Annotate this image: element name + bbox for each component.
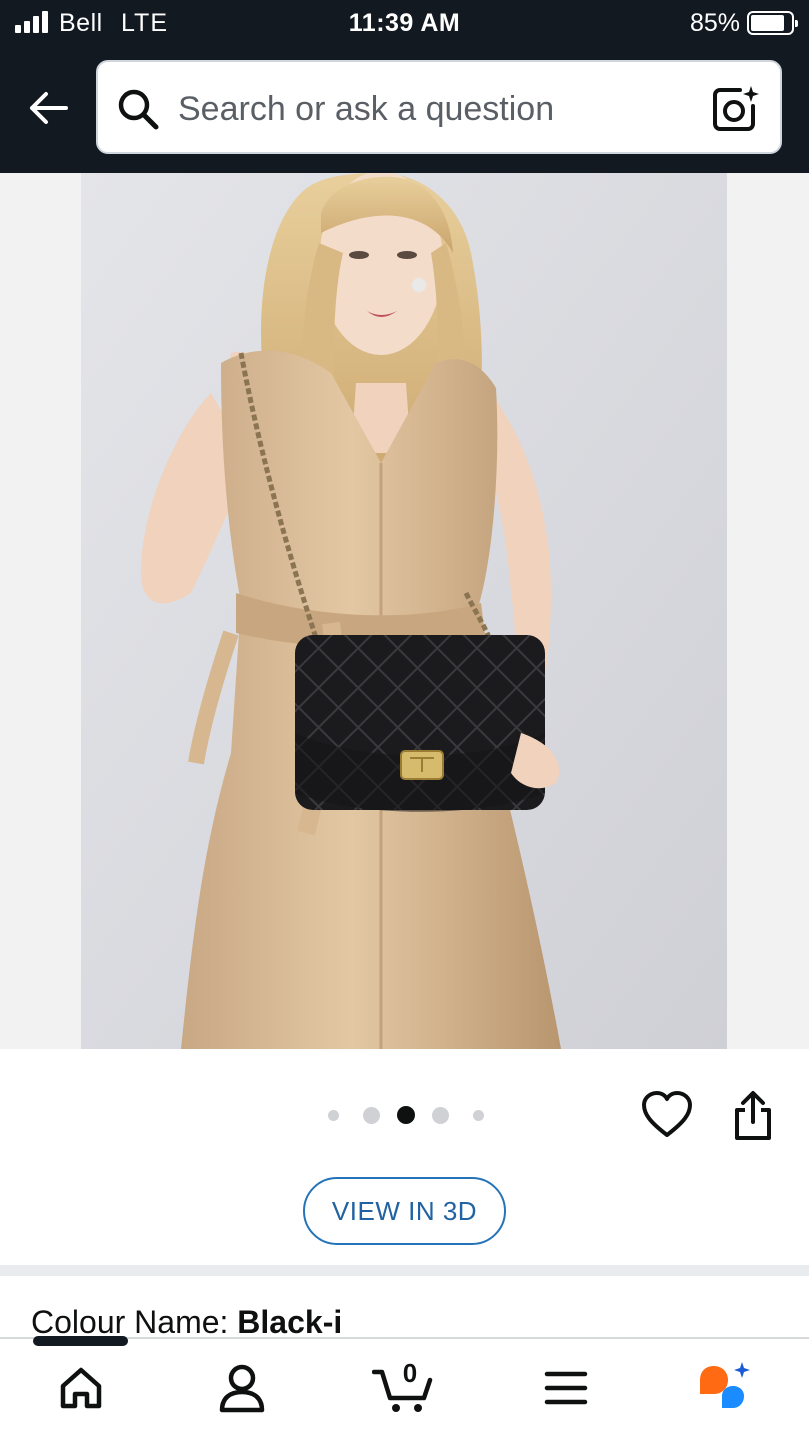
battery-icon <box>747 11 798 35</box>
gallery-dot[interactable] <box>363 1106 380 1124</box>
search-bar[interactable] <box>96 60 782 154</box>
colour-value: Black-i <box>237 1304 343 1340</box>
gallery-dots <box>328 1106 484 1124</box>
account-icon[interactable] <box>214 1360 270 1416</box>
gallery-dot-active[interactable] <box>397 1106 415 1124</box>
status-time: 11:39 AM <box>348 9 461 37</box>
active-tab-indicator <box>33 1336 128 1346</box>
gallery-dot[interactable] <box>473 1109 484 1121</box>
section-divider <box>0 1265 809 1276</box>
menu-icon[interactable] <box>538 1360 594 1416</box>
product-photo <box>81 173 727 1049</box>
product-image-gallery[interactable] <box>0 173 809 1049</box>
home-icon[interactable] <box>53 1360 109 1416</box>
battery-percent: 85% <box>689 9 740 37</box>
back-arrow-icon[interactable] <box>24 84 72 132</box>
rufus-assistant-icon[interactable] <box>696 1360 752 1416</box>
product-illustration <box>81 173 727 1049</box>
gallery-dot[interactable] <box>328 1109 339 1121</box>
cart-count: 0 <box>402 1358 418 1388</box>
camera-lens-icon[interactable] <box>710 84 760 134</box>
share-icon[interactable] <box>729 1090 777 1142</box>
heart-icon[interactable] <box>640 1090 694 1140</box>
colour-label: Colour Name: <box>31 1304 238 1340</box>
app-header: Bell LTE 11:39 AM 85% <box>0 0 809 173</box>
search-icon <box>118 89 159 130</box>
search-input[interactable] <box>178 84 698 134</box>
gallery-dot[interactable] <box>432 1106 449 1124</box>
status-bar: Bell LTE 11:39 AM 85% <box>0 0 809 48</box>
view-in-3d-button[interactable]: VIEW IN 3D <box>303 1177 506 1245</box>
